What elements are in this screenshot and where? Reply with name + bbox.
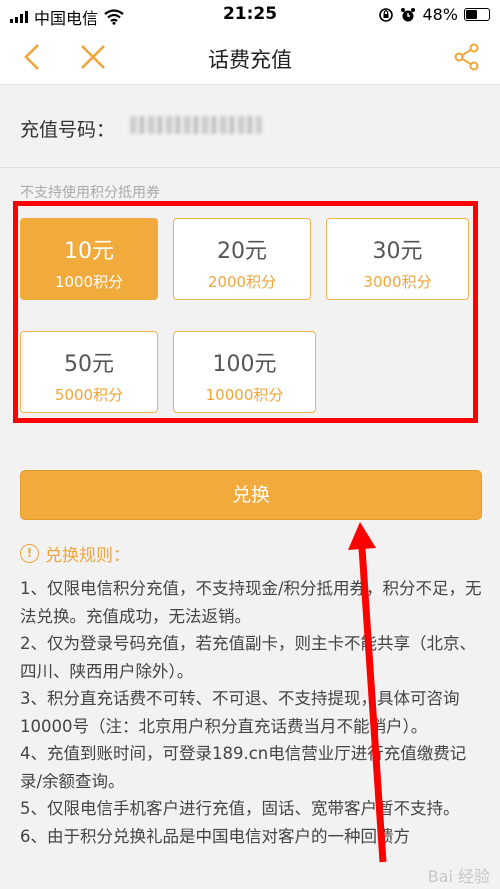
option-50[interactable]: 50元 5000积分 xyxy=(20,331,158,413)
info-icon: ! xyxy=(20,544,39,563)
option-amount: 100元 xyxy=(212,352,277,377)
option-points: 2000积分 xyxy=(207,273,277,291)
page-title: 话费充值 xyxy=(208,48,292,72)
exchange-button[interactable]: 兑换 xyxy=(20,470,482,520)
rule-item: 5、仅限电信手机客户进行充值，固话、宽带客户暂不支持。 xyxy=(20,799,460,818)
option-amount: 30元 xyxy=(372,239,423,264)
nav-bar: 话费充值 xyxy=(0,30,500,85)
watermark: Bai 经验 xyxy=(427,867,490,886)
status-bar: 中国电信 21:25 48% xyxy=(0,0,500,30)
recharge-options: 10元 1000积分 20元 2000积分 30元 3000积分 50元 500… xyxy=(20,218,470,418)
rule-item: 3、积分直充话费不可转、不可退、不支持提现，具体可咨询10000号（注：北京用户… xyxy=(20,689,460,736)
option-100[interactable]: 100元 10000积分 xyxy=(173,331,316,413)
rule-item: 2、仅为登录号码充值，若充值副卡，则主卡不能共享（北京、四川、陕西用户除外）。 xyxy=(20,634,476,681)
coupon-notice: 不支持使用积分抵用券 xyxy=(20,185,160,201)
rule-item: 4、充值到账时间，可登录189.cn电信营业厅进行充值缴费记录/余额查询。 xyxy=(20,744,467,791)
option-amount: 20元 xyxy=(217,239,267,264)
share-button[interactable] xyxy=(452,42,482,72)
status-right: 48% xyxy=(378,5,490,24)
rotation-lock-icon xyxy=(379,7,394,22)
option-points: 3000积分 xyxy=(363,273,432,291)
rules-title: 兑换规则： xyxy=(45,546,130,566)
battery-icon xyxy=(464,8,490,21)
option-points: 1000积分 xyxy=(54,273,124,291)
phone-number-blurred xyxy=(130,116,262,134)
option-30[interactable]: 30元 3000积分 xyxy=(326,218,469,300)
rule-item: 1、仅限电信积分充值，不支持现金/积分抵用券，积分不足，无法兑换。充值成功，无法… xyxy=(20,579,482,626)
phone-row: 充值号码： xyxy=(0,85,500,168)
battery-percent: 48% xyxy=(422,5,458,24)
option-20[interactable]: 20元 2000积分 xyxy=(173,218,311,300)
rules-list: 1、仅限电信积分充值，不支持现金/积分抵用券，积分不足，无法兑换。充值成功，无法… xyxy=(20,575,482,850)
option-points: 10000积分 xyxy=(205,386,284,404)
option-points: 5000积分 xyxy=(54,386,124,404)
option-10[interactable]: 10元 1000积分 xyxy=(20,218,158,300)
phone-label: 充值号码： xyxy=(20,119,116,141)
main-content: 充值号码： 不支持使用积分抵用券 10元 1000积分 20元 2000积分 3… xyxy=(0,85,500,889)
option-amount: 50元 xyxy=(64,352,114,377)
rules-heading: ! 兑换规则： xyxy=(20,541,130,566)
rule-item: 6、由于积分兑换礼品是中国电信对客户的一种回馈方 xyxy=(20,826,410,846)
share-icon xyxy=(454,43,479,71)
alarm-icon xyxy=(401,7,416,21)
option-amount: 10元 xyxy=(64,239,114,264)
